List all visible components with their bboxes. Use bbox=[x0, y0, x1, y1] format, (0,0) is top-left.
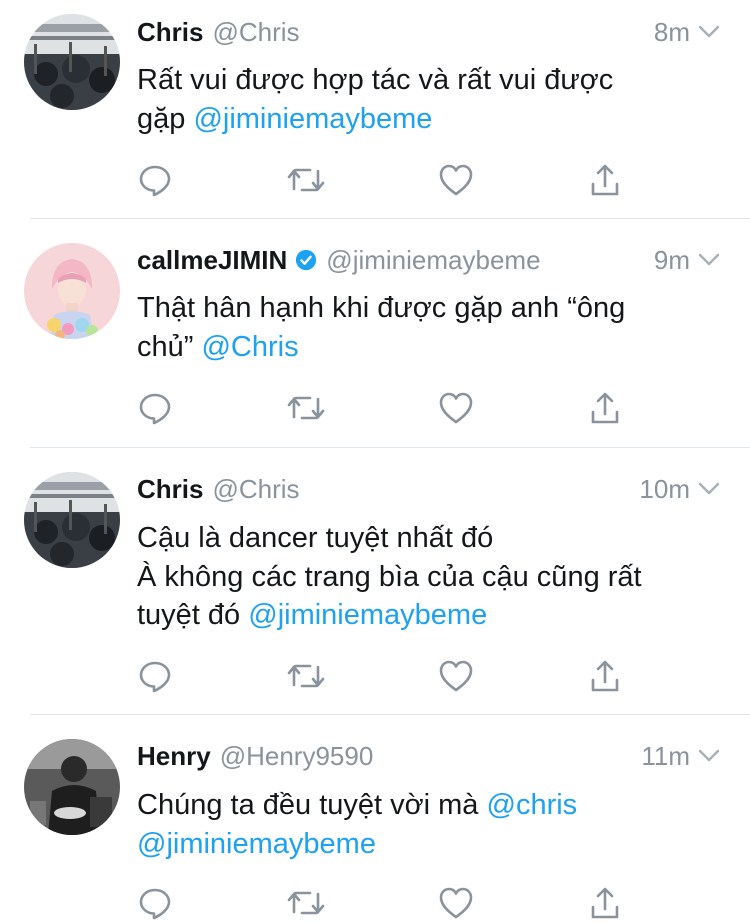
like-icon bbox=[439, 392, 473, 424]
tweet[interactable]: Henry @Henry9590 11m Chúng ta đều tuyệt … bbox=[0, 715, 750, 921]
tweet[interactable]: Chris @Chris 8m Rất vui được hợp tác và … bbox=[0, 0, 750, 219]
tweet-actions bbox=[0, 388, 750, 428]
share-icon bbox=[591, 392, 619, 424]
reply-icon bbox=[139, 393, 171, 425]
chevron-down-icon[interactable] bbox=[698, 749, 720, 763]
verified-badge-icon bbox=[296, 249, 317, 271]
retweet-icon bbox=[287, 396, 325, 420]
timestamp[interactable]: 9m bbox=[654, 245, 690, 276]
author-handle[interactable]: @Chris bbox=[212, 474, 299, 505]
tweet-text-line: gặp bbox=[137, 102, 194, 135]
share-icon bbox=[591, 660, 619, 692]
chevron-down-icon[interactable] bbox=[698, 253, 720, 267]
tweet-text-line: Thật hân hạnh khi được gặp anh “ông bbox=[137, 292, 626, 324]
author-name[interactable]: Chris bbox=[137, 474, 203, 505]
like-button[interactable] bbox=[436, 388, 476, 428]
tweet-actions bbox=[0, 160, 750, 200]
timestamp[interactable]: 8m bbox=[654, 17, 690, 48]
author-name[interactable]: callmeJIMIN bbox=[137, 245, 287, 276]
tweet[interactable]: callmeJIMIN @jiminiemaybeme 9m Thật hân … bbox=[0, 219, 750, 448]
share-button[interactable] bbox=[587, 160, 623, 200]
tweet-text-line: À không các trang bìa của cậu cũng rất bbox=[137, 560, 642, 593]
retweet-button[interactable] bbox=[284, 883, 328, 923]
retweet-button[interactable] bbox=[284, 388, 328, 428]
tweet-text-line: chủ” bbox=[137, 330, 202, 363]
tweet-text: Chúng ta đều tuyệt vời mà @chris @jimini… bbox=[137, 786, 727, 863]
author-handle[interactable]: @jiminiemaybeme bbox=[326, 245, 540, 276]
chevron-down-icon[interactable] bbox=[698, 25, 720, 39]
tweet-text-line: Cậu là dancer tuyệt nhất đó bbox=[137, 522, 494, 554]
share-button[interactable] bbox=[587, 388, 623, 428]
like-icon bbox=[439, 887, 473, 919]
retweet-icon bbox=[287, 891, 325, 915]
mention-link[interactable]: @jiminiemaybeme bbox=[248, 599, 487, 631]
reply-icon bbox=[139, 165, 171, 197]
reply-button[interactable] bbox=[135, 160, 175, 200]
avatar[interactable] bbox=[24, 472, 120, 568]
share-button[interactable] bbox=[587, 883, 623, 923]
mention-link[interactable]: @jiminiemaybeme bbox=[137, 828, 376, 860]
author-name[interactable]: Henry bbox=[137, 741, 211, 772]
retweet-button[interactable] bbox=[284, 656, 328, 696]
mention-link[interactable]: @jiminiemaybeme bbox=[193, 103, 432, 135]
tweet-text: Cậu là dancer tuyệt nhất đó À không các … bbox=[137, 519, 727, 635]
reply-button[interactable] bbox=[135, 388, 175, 428]
share-button[interactable] bbox=[587, 656, 623, 696]
tweet-actions bbox=[0, 656, 750, 696]
tweet-text-line: Chúng ta đều tuyệt vời mà bbox=[137, 789, 487, 821]
tweet-text-line: Rất vui được hợp tác và rất vui được bbox=[137, 64, 614, 96]
retweet-icon bbox=[287, 168, 325, 192]
avatar[interactable] bbox=[24, 14, 120, 110]
tweet[interactable]: Chris @Chris 10m Cậu là dancer tuyệt nhấ… bbox=[0, 448, 750, 715]
like-button[interactable] bbox=[436, 883, 476, 923]
tweet-text: Rất vui được hợp tác và rất vui được gặp… bbox=[137, 61, 727, 138]
reply-icon bbox=[139, 661, 171, 693]
timestamp[interactable]: 10m bbox=[639, 474, 690, 505]
tweet-text: Thật hân hạnh khi được gặp anh “ông chủ”… bbox=[137, 289, 727, 366]
reply-button[interactable] bbox=[135, 883, 175, 923]
author-handle[interactable]: @Chris bbox=[212, 17, 299, 48]
mention-link[interactable]: @Chris bbox=[201, 331, 298, 363]
tweet-actions bbox=[0, 883, 750, 923]
timestamp[interactable]: 11m bbox=[641, 741, 690, 772]
reply-button[interactable] bbox=[135, 656, 175, 696]
author-name[interactable]: Chris bbox=[137, 17, 203, 48]
retweet-button[interactable] bbox=[284, 160, 328, 200]
chevron-down-icon[interactable] bbox=[698, 482, 720, 496]
share-icon bbox=[591, 887, 619, 919]
avatar[interactable] bbox=[24, 739, 120, 835]
like-icon bbox=[439, 660, 473, 692]
retweet-icon bbox=[287, 664, 325, 688]
author-handle[interactable]: @Henry9590 bbox=[220, 741, 374, 772]
like-button[interactable] bbox=[436, 160, 476, 200]
mention-link[interactable]: @chris bbox=[487, 789, 578, 821]
share-icon bbox=[591, 164, 619, 196]
like-button[interactable] bbox=[436, 656, 476, 696]
reply-icon bbox=[139, 888, 171, 920]
like-icon bbox=[439, 164, 473, 196]
tweet-text-line: tuyệt đó bbox=[137, 599, 249, 631]
avatar[interactable] bbox=[24, 243, 120, 339]
